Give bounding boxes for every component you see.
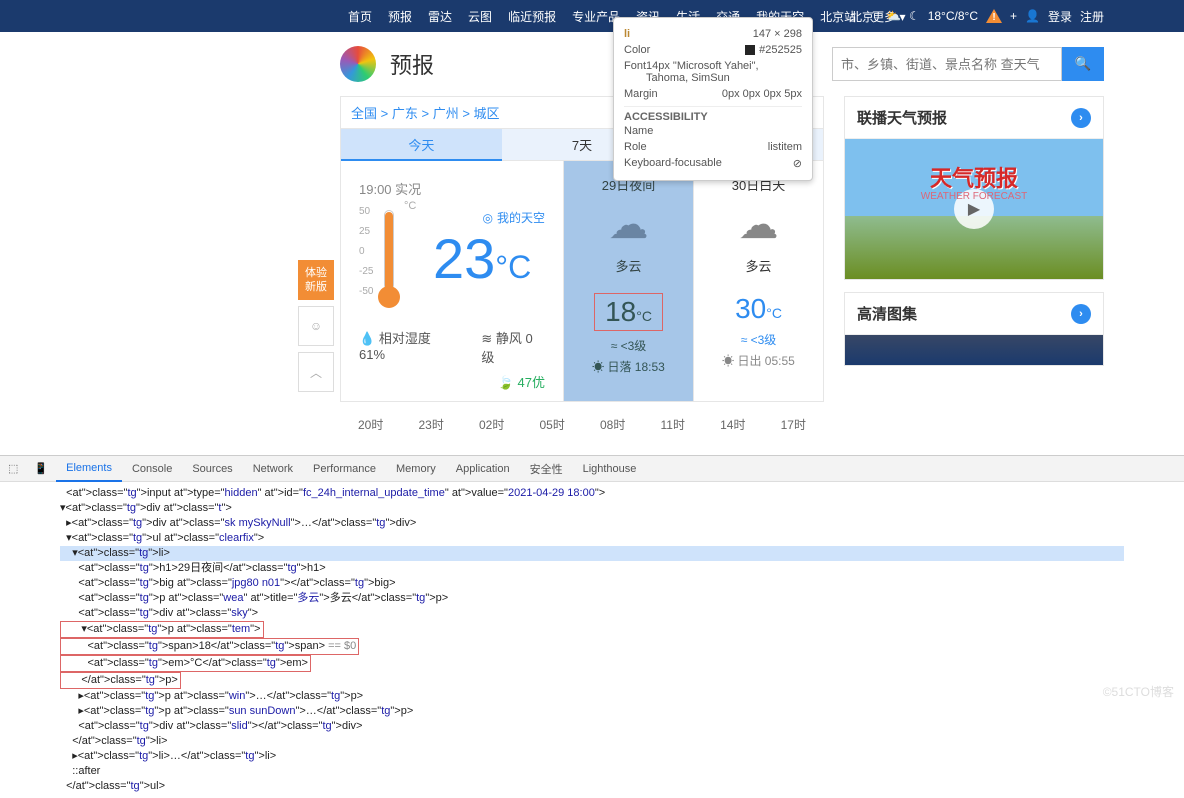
hour: 11时 (661, 416, 685, 433)
search-input[interactable] (832, 47, 1062, 81)
devtools-inspect-tooltip: li147 × 298 Color#252525 Font14px "Micro… (613, 17, 813, 181)
card-cond: 多云 (564, 256, 693, 275)
side-title: 高清图集 (857, 303, 917, 324)
weather-icon: ⛅ (886, 9, 901, 23)
sidebar: 联播天气预报 › 天气预报 WEATHER FORECAST ▶ 高清图集 › (844, 96, 1104, 366)
hour: 02时 (479, 416, 504, 433)
wind: ≋ 静风 0级 (481, 328, 545, 366)
devtools-panel: ⬚ 📱 Elements Console Sources Network Per… (0, 455, 1184, 798)
crumb[interactable]: 广州 (433, 106, 459, 121)
nav-item[interactable]: 预报 (380, 8, 420, 25)
nav-item[interactable]: 临近预报 (500, 8, 564, 25)
card-wind: ≈ <3级 (694, 331, 823, 348)
card-sun: ☀ 日落 18:53 (564, 358, 693, 375)
aqi: 🍃 47优 (498, 372, 545, 391)
side-gallery: 高清图集 › (844, 292, 1104, 366)
tt-tag: li (624, 28, 630, 40)
wind-icon: ≋ (481, 331, 492, 346)
crumb[interactable]: 全国 (351, 106, 377, 121)
hour: 17时 (781, 416, 806, 433)
card-cond: 多云 (694, 256, 823, 275)
dt-tab[interactable]: Performance (303, 456, 386, 482)
nav-right: 北京 ⛅ ☾ 18°C/8°C ! + 👤 登录 注册 (850, 8, 1104, 25)
new-version-button[interactable]: 体验 新版 (298, 260, 334, 300)
card-sun: ☀ 日出 05:55 (694, 352, 823, 369)
nav-item[interactable]: 云图 (460, 8, 500, 25)
dt-tab[interactable]: Sources (182, 456, 242, 482)
crumb[interactable]: 城区 (474, 106, 500, 121)
hour: 14时 (720, 416, 745, 433)
hour: 05时 (540, 416, 565, 433)
nav-item[interactable]: 首页 (340, 8, 380, 25)
my-sky-link[interactable]: 我的天空 (483, 209, 546, 226)
thermometer-icon: 50250-25-50 °C (359, 208, 419, 308)
logo-icon[interactable] (340, 46, 376, 82)
crumb[interactable]: 广东 (392, 106, 418, 121)
user-icon: 👤 (1025, 9, 1040, 23)
header: 预报 🔍 (0, 32, 1184, 96)
dt-tab[interactable]: Memory (386, 456, 446, 482)
search-button[interactable]: 🔍 (1062, 47, 1104, 81)
device-icon[interactable]: 📱 (26, 462, 56, 475)
card-temp: 30°C (694, 293, 823, 325)
hour: 08时 (600, 416, 625, 433)
card-temp: 18°C (594, 293, 663, 331)
watermark: ©51CTO博客 (1103, 683, 1174, 700)
top-nav: 首页 预报 雷达 云图 临近预报 专业产品 资讯 生活 交通 我的天空 北京站 … (0, 0, 1184, 32)
tt-dim: 147 × 298 (753, 28, 802, 40)
feedback-button[interactable]: ☺ (298, 306, 334, 346)
hourly-row: 20时 23时 02时 05时 08时 11时 14时 17时 (340, 402, 824, 447)
login-link[interactable]: 登录 (1048, 8, 1072, 25)
dt-tab[interactable]: 安全性 (520, 456, 573, 482)
drop-icon: 💧 (359, 331, 375, 346)
page-title: 预报 (390, 48, 434, 80)
dt-tab[interactable]: Lighthouse (573, 456, 647, 482)
video-thumb[interactable]: 天气预报 WEATHER FORECAST ▶ (845, 139, 1103, 279)
cloud-moon-icon: ☁ (564, 202, 693, 248)
tab-today[interactable]: 今天 (341, 129, 502, 160)
side-title: 联播天气预报 (857, 107, 947, 128)
card-wind: ≈ <3级 (564, 337, 693, 354)
nav-item[interactable]: 雷达 (420, 8, 460, 25)
dt-tab-elements[interactable]: Elements (56, 456, 122, 482)
leaf-icon: 🍃 (498, 375, 514, 390)
dom-tree[interactable]: <at">class="tg">input at">type="hidden" … (0, 482, 1184, 798)
forecast-card-night[interactable]: 29日夜间 ☁ 多云 18°C ≈ <3级 ☀ 日落 18:53 (563, 161, 693, 401)
arrow-icon[interactable]: › (1071, 108, 1091, 128)
current-temp: 23°C (433, 226, 531, 291)
weather-box: 19:00 实况 我的天空 50250-25-50 °C 23°C 💧 相对湿度… (340, 160, 824, 402)
dt-tab[interactable]: Network (243, 456, 303, 482)
gallery-thumb[interactable] (845, 335, 1103, 365)
side-broadcast: 联播天气预报 › 天气预报 WEATHER FORECAST ▶ (844, 96, 1104, 280)
obs-time: 19:00 实况 (359, 179, 545, 198)
humidity: 💧 相对湿度 61% (359, 328, 459, 366)
overlay-title: 天气预报 (930, 161, 1018, 193)
nav-city[interactable]: 北京 (850, 8, 874, 25)
search-icon: 🔍 (1075, 56, 1092, 72)
arrow-icon[interactable]: › (1071, 304, 1091, 324)
register-link[interactable]: 注册 (1080, 8, 1104, 25)
cloud-sun-icon: ☁ (694, 202, 823, 248)
left-rail: 体验 新版 ☺ ︿ (298, 260, 334, 392)
nav-temp: 18°C/8°C (928, 9, 978, 23)
overlay-sub: WEATHER FORECAST (921, 191, 1027, 202)
hour: 20时 (358, 416, 383, 433)
dt-tab[interactable]: Console (122, 456, 182, 482)
inspect-icon[interactable]: ⬚ (0, 462, 26, 475)
plus-button[interactable]: + (1010, 9, 1017, 23)
dt-tab[interactable]: Application (446, 456, 520, 482)
scroll-top-button[interactable]: ︿ (298, 352, 334, 392)
now-panel: 19:00 实况 我的天空 50250-25-50 °C 23°C 💧 相对湿度… (341, 161, 563, 401)
hour: 23时 (419, 416, 444, 433)
alert-icon[interactable]: ! (986, 9, 1002, 23)
forecast-card-day[interactable]: 30日白天 ☁ 多云 30°C ≈ <3级 ☀ 日出 05:55 (693, 161, 823, 401)
moon-icon: ☾ (909, 9, 920, 23)
